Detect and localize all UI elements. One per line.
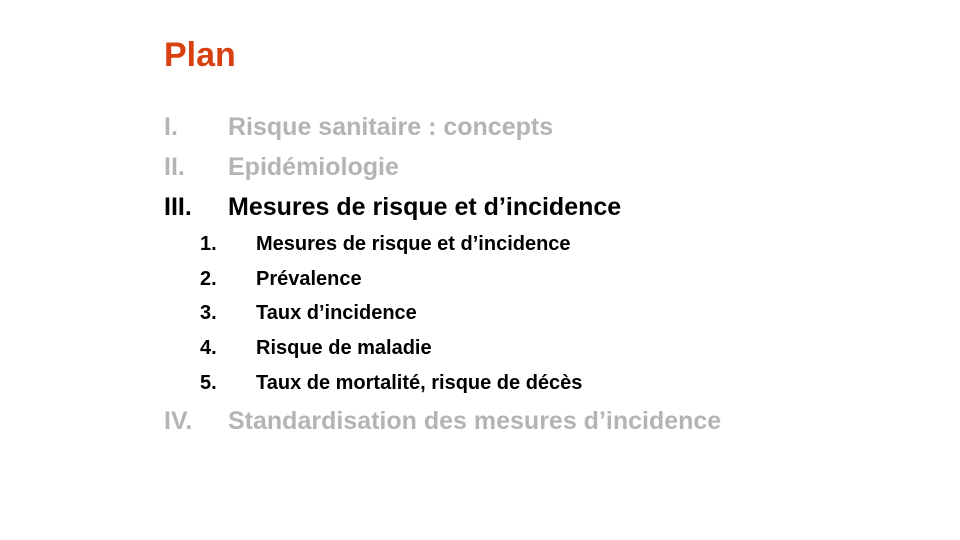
- subitem-number: 5.: [200, 372, 217, 394]
- subitem-label: Taux de mortalité, risque de décès: [256, 372, 583, 394]
- section-number: II.: [164, 153, 185, 181]
- section-label: Standardisation des mesures d’incidence: [228, 407, 722, 435]
- subitem-number: 2.: [200, 268, 217, 290]
- subitem-label: Taux d’incidence: [256, 302, 417, 324]
- section-number: III.: [164, 193, 192, 221]
- subitem-label: Risque de maladie: [256, 337, 432, 359]
- subitem-number: 3.: [200, 302, 217, 324]
- section-label: Epidémiologie: [228, 153, 399, 181]
- section-number: I.: [164, 113, 178, 141]
- section-label: Risque sanitaire : concepts: [228, 113, 554, 141]
- section-number: IV.: [164, 407, 193, 435]
- subitem-number: 4.: [200, 337, 217, 359]
- subitem-number: 1.: [200, 233, 217, 255]
- subitem-label: Mesures de risque et d’incidence: [256, 233, 571, 255]
- slide-title: Plan: [164, 36, 236, 74]
- subitem-label: Prévalence: [256, 268, 362, 290]
- slide: Plan I. Risque sanitaire : concepts II. …: [0, 0, 960, 540]
- section-label: Mesures de risque et d’incidence: [228, 193, 622, 221]
